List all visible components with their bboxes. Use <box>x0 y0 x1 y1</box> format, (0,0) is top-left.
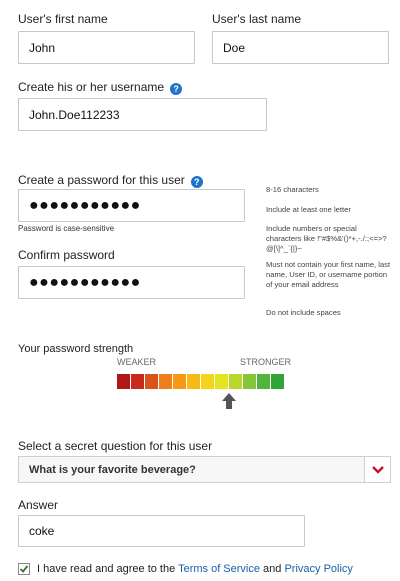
last-name-label: User's last name <box>212 12 301 26</box>
password-case-hint: Password is case-sensitive <box>18 224 115 233</box>
rule-letter: Include at least one letter <box>266 205 351 214</box>
strength-segment <box>131 374 144 389</box>
strength-segment <box>257 374 270 389</box>
agree-checkbox[interactable] <box>18 563 30 575</box>
secret-question-select[interactable]: What is your favorite beverage? <box>18 456 391 483</box>
password-label-text: Create a password for this user <box>18 173 185 187</box>
last-name-input[interactable]: Doe <box>212 31 389 64</box>
agreement-and: and <box>260 563 285 575</box>
username-label-text: Create his or her username <box>18 80 165 94</box>
rule-no-personal-info: Must not contain your first name, last n… <box>266 260 391 289</box>
rule-numbers-special: Include numbers or special characters li… <box>266 224 387 253</box>
confirm-password-input[interactable]: ●●●●●●●●●●● <box>18 266 245 299</box>
strength-label: Your password strength <box>18 343 134 355</box>
secret-question-label: Select a secret question for this user <box>18 439 213 453</box>
username-label: Create his or her username? <box>18 80 183 95</box>
first-name-value: John <box>29 40 56 55</box>
strength-segment <box>201 374 214 389</box>
rule-length: 8-16 characters <box>266 185 319 194</box>
username-input[interactable]: John.Doe112233 <box>18 98 267 131</box>
last-name-value: Doe <box>223 40 246 55</box>
strength-segment <box>117 374 130 389</box>
confirm-password-label: Confirm password <box>18 248 115 262</box>
password-help-icon[interactable]: ? <box>190 176 203 188</box>
chevron-down-icon[interactable] <box>364 457 390 482</box>
strength-stronger-label: STRONGER <box>240 357 292 367</box>
strength-segment <box>229 374 242 389</box>
agreement-text: I have read and agree to the Terms of Se… <box>37 563 353 575</box>
privacy-policy-link[interactable]: Privacy Policy <box>284 563 352 575</box>
first-name-label: User's first name <box>18 12 108 26</box>
strength-segment <box>271 374 284 389</box>
strength-segment <box>145 374 158 389</box>
username-value: John.Doe112233 <box>29 107 120 122</box>
strength-segment <box>215 374 228 389</box>
answer-label: Answer <box>18 498 59 512</box>
agreement-prefix: I have read and agree to the <box>37 563 179 575</box>
strength-weaker-label: WEAKER <box>117 357 157 367</box>
username-help-icon[interactable]: ? <box>170 83 183 95</box>
password-input[interactable]: ●●●●●●●●●●● <box>18 189 245 222</box>
answer-value: coke <box>29 524 55 538</box>
password-masked-value: ●●●●●●●●●●● <box>29 196 141 214</box>
strength-meter <box>117 374 284 389</box>
strength-segment <box>159 374 172 389</box>
strength-segment <box>243 374 256 389</box>
secret-question-selected: What is your favorite beverage? <box>29 463 196 476</box>
confirm-password-masked-value: ●●●●●●●●●●● <box>29 273 141 291</box>
rule-no-spaces: Do not include spaces <box>266 308 341 317</box>
checkmark-icon <box>19 565 29 573</box>
strength-segment <box>187 374 200 389</box>
answer-input[interactable]: coke <box>18 515 305 547</box>
terms-of-service-link[interactable]: Terms of Service <box>178 563 260 575</box>
strength-segment <box>173 374 186 389</box>
password-label: Create a password for this user? <box>18 173 203 188</box>
strength-pointer-arrow-icon <box>221 393 236 409</box>
first-name-input[interactable]: John <box>18 31 195 64</box>
